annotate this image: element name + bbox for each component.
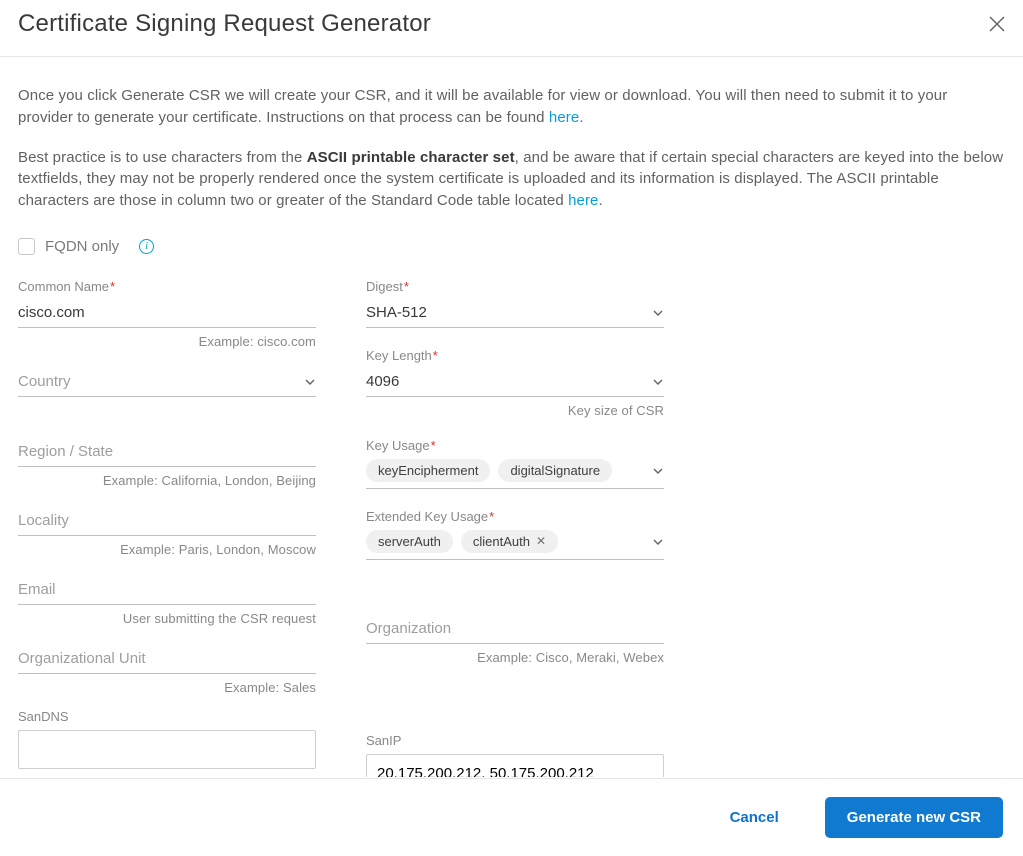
- org-unit-input[interactable]: [18, 646, 316, 674]
- digest-value: SHA-512: [366, 304, 427, 321]
- region-input[interactable]: [18, 439, 316, 467]
- tag-label: digitalSignature: [510, 463, 600, 478]
- chevron-down-icon: [652, 464, 664, 476]
- key-usage-tag: digitalSignature: [498, 459, 612, 482]
- intro-paragraph-1: Once you click Generate CSR we will crea…: [18, 85, 1005, 129]
- san-ip-label: SanIP: [366, 733, 664, 748]
- generate-csr-button[interactable]: Generate new CSR: [825, 797, 1003, 838]
- ext-key-usage-tag: clientAuth ✕: [461, 530, 558, 553]
- intro-paragraph-2: Best practice is to use characters from …: [18, 147, 1005, 212]
- cancel-button[interactable]: Cancel: [712, 799, 797, 836]
- locality-hint: Example: Paris, London, Moscow: [18, 542, 316, 557]
- key-usage-tag: keyEncipherment: [366, 459, 490, 482]
- intro-text: .: [579, 109, 583, 126]
- tag-label: serverAuth: [378, 534, 441, 549]
- country-select[interactable]: Country: [18, 369, 316, 397]
- san-ip-input[interactable]: [366, 754, 664, 777]
- chevron-down-icon: [652, 535, 664, 547]
- locality-input[interactable]: [18, 508, 316, 536]
- organization-input[interactable]: [366, 616, 664, 644]
- digest-label: Digest: [366, 279, 664, 294]
- key-usage-label: Key Usage: [366, 438, 664, 453]
- ext-key-usage-label: Extended Key Usage: [366, 509, 664, 524]
- email-input[interactable]: [18, 577, 316, 605]
- fqdn-only-checkbox[interactable]: [18, 238, 35, 255]
- key-length-value: 4096: [366, 373, 399, 390]
- org-unit-hint: Example: Sales: [18, 680, 316, 695]
- key-length-hint: Key size of CSR: [366, 403, 664, 418]
- common-name-hint: Example: cisco.com: [18, 334, 316, 349]
- digest-select[interactable]: SHA-512: [366, 300, 664, 328]
- chevron-down-icon: [652, 375, 664, 387]
- email-hint: User submitting the CSR request: [18, 611, 316, 626]
- key-usage-select[interactable]: keyEncipherment digitalSignature: [366, 459, 664, 489]
- chevron-down-icon: [652, 306, 664, 318]
- ext-key-usage-tag: serverAuth: [366, 530, 453, 553]
- san-dns-label: SanDNS: [18, 709, 316, 724]
- intro-bold: ASCII printable character set: [307, 149, 515, 166]
- intro-text: .: [599, 192, 603, 209]
- info-icon[interactable]: i: [139, 239, 154, 254]
- tag-label: keyEncipherment: [378, 463, 478, 478]
- common-name-label: Common Name: [18, 279, 316, 294]
- intro-text: Once you click Generate CSR we will crea…: [18, 87, 947, 126]
- region-hint: Example: California, London, Beijing: [18, 473, 316, 488]
- organization-hint: Example: Cisco, Meraki, Webex: [366, 650, 664, 665]
- common-name-input[interactable]: [18, 300, 316, 328]
- close-icon[interactable]: [989, 16, 1005, 32]
- tag-label: clientAuth: [473, 534, 530, 549]
- fqdn-only-label: FQDN only: [45, 238, 119, 255]
- intro-text: Best practice is to use characters from …: [18, 149, 307, 166]
- ascii-table-link[interactable]: here: [568, 192, 598, 209]
- key-length-label: Key Length: [366, 348, 664, 363]
- page-title: Certificate Signing Request Generator: [18, 10, 431, 38]
- key-length-select[interactable]: 4096: [366, 369, 664, 397]
- ext-key-usage-select[interactable]: serverAuth clientAuth ✕: [366, 530, 664, 560]
- chevron-down-icon: [304, 375, 316, 387]
- country-placeholder: Country: [18, 373, 71, 390]
- san-dns-input[interactable]: [18, 730, 316, 769]
- instructions-link[interactable]: here: [549, 109, 579, 126]
- remove-tag-icon[interactable]: ✕: [536, 534, 546, 548]
